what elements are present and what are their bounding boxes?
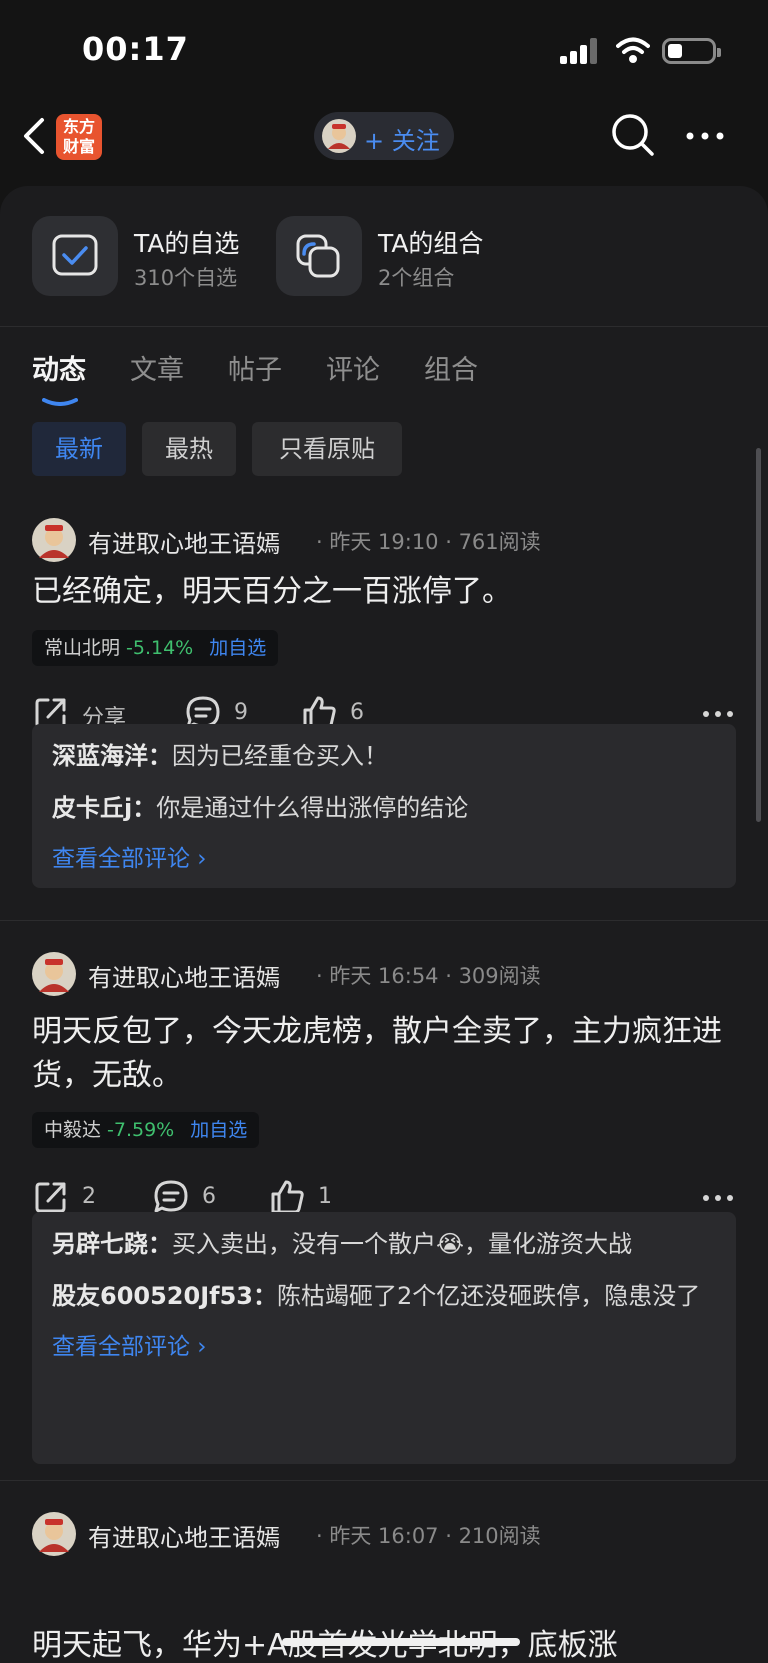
profile-panel: TA的自选 310个自选 TA的组合 2个组合 动态 文章 帖子 评论 组合 最… <box>0 186 768 1663</box>
post-content[interactable]: 已经确定，明天百分之一百涨停了。 <box>32 570 742 614</box>
comment-text: 因为已经重仓买入！ <box>172 742 388 770</box>
status-bar: 00:17 <box>0 0 768 100</box>
comment-text: 你是通过什么得出涨停的结论 <box>156 794 469 822</box>
navbar: 东方 财富 + 关注 <box>0 100 768 180</box>
post-meta: · 昨天 16:07 · 210阅读 <box>316 1524 541 1548</box>
comment-text: 陈枯竭砸了2个亿还没砸跌停，隐患没了 <box>276 1282 701 1310</box>
post-item[interactable]: 有进取心地王语嫣 · 昨天 19:10 · 761阅读 已经确定，明天百分之一百… <box>0 518 768 888</box>
add-watchlist-button[interactable]: 加自选 <box>190 1119 247 1141</box>
comment-preview[interactable]: 另辟七跷：买入卖出，没有一个散户😭，量化游资大战 股友600520Jf53：陈枯… <box>32 1212 736 1464</box>
status-time: 00:17 <box>82 30 189 68</box>
quick-link-title: TA的组合 <box>378 229 484 258</box>
comment-line: 另辟七跷：买入卖出，没有一个散户😭，量化游资大战 <box>52 1226 716 1262</box>
tab-comments[interactable]: 评论 <box>326 348 380 387</box>
quick-link-subtitle: 310个自选 <box>134 266 238 290</box>
post-item[interactable]: 有进取心地王语嫣 · 昨天 16:54 · 309阅读 明天反包了，今天龙虎榜，… <box>0 952 768 1464</box>
comment-text: 买入卖出，没有一个散户😭，量化游资大战 <box>172 1230 633 1258</box>
comment-user[interactable]: 另辟七跷： <box>52 1230 172 1258</box>
filter-hottest[interactable]: 最热 <box>142 422 236 476</box>
divider <box>0 920 768 921</box>
like-count: 6 <box>350 700 364 725</box>
comment-count: 6 <box>202 1184 216 1209</box>
scrollbar[interactable] <box>756 448 761 822</box>
comment-line: 股友600520Jf53：陈枯竭砸了2个亿还没砸跌停，隐患没了 <box>52 1278 716 1314</box>
post-meta: · 昨天 19:10 · 761阅读 <box>316 530 541 554</box>
add-watchlist-button[interactable]: 加自选 <box>209 637 266 659</box>
post-author[interactable]: 有进取心地王语嫣 <box>88 958 280 993</box>
comment-count: 9 <box>234 700 248 725</box>
comment-user[interactable]: 深蓝海洋： <box>52 742 172 770</box>
filter-latest[interactable]: 最新 <box>32 422 126 476</box>
share-count: 2 <box>82 1184 96 1209</box>
battery-icon <box>662 38 721 64</box>
comment-line: 皮卡丘j：你是通过什么得出涨停的结论 <box>52 790 716 826</box>
comment-line: 深蓝海洋：因为已经重仓买入！ <box>52 738 716 774</box>
view-all-comments-link[interactable]: 查看全部评论 › <box>52 1330 716 1364</box>
more-options-icon[interactable] <box>680 114 730 154</box>
tab-dynamics[interactable]: 动态 <box>32 348 86 387</box>
post-author[interactable]: 有进取心地王语嫣 <box>88 1518 280 1553</box>
home-indicator[interactable] <box>282 1638 520 1646</box>
comment-user[interactable]: 股友600520Jf53： <box>52 1282 277 1310</box>
user-avatar-icon <box>322 119 356 153</box>
stock-change: -5.14% <box>126 637 194 659</box>
stock-name: 常山北明 <box>44 637 121 659</box>
author-avatar-icon[interactable] <box>32 952 76 996</box>
portfolio-icon <box>276 216 362 296</box>
watchlist-icon <box>32 216 118 296</box>
comment-user[interactable]: 皮卡丘j： <box>52 794 156 822</box>
comment-icon <box>154 1180 188 1213</box>
tab-posts[interactable]: 帖子 <box>228 348 282 387</box>
follow-label: + 关注 <box>364 127 440 155</box>
post-meta: · 昨天 16:54 · 309阅读 <box>316 964 541 988</box>
quick-link-title: TA的自选 <box>134 229 240 258</box>
app-logo: 东方 财富 <box>56 114 102 160</box>
author-avatar-icon[interactable] <box>32 1512 76 1556</box>
thumbs-up-icon <box>271 1180 304 1214</box>
wifi-icon <box>616 37 650 63</box>
stock-name: 中毅达 <box>44 1119 102 1141</box>
tab-portfolios[interactable]: 组合 <box>424 348 478 387</box>
tab-articles[interactable]: 文章 <box>130 348 184 387</box>
share-icon <box>35 1182 66 1213</box>
quick-link-subtitle: 2个组合 <box>378 266 455 290</box>
stock-chip[interactable]: 常山北明 -5.14% 加自选 <box>32 630 279 666</box>
like-count: 1 <box>318 1184 332 1209</box>
quick-link-portfolio[interactable]: TA的组合 2个组合 <box>276 216 506 296</box>
quick-link-watchlist[interactable]: TA的自选 310个自选 <box>32 216 262 296</box>
search-icon[interactable] <box>608 110 658 160</box>
filter-original-only[interactable]: 只看原贴 <box>252 422 402 476</box>
active-tab-indicator <box>42 398 78 406</box>
view-all-comments-link[interactable]: 查看全部评论 › <box>52 842 716 876</box>
back-button[interactable] <box>16 114 56 158</box>
author-avatar-icon[interactable] <box>32 518 76 562</box>
post-author[interactable]: 有进取心地王语嫣 <box>88 524 280 559</box>
stock-chip[interactable]: 中毅达 -7.59% 加自选 <box>32 1112 260 1148</box>
app-logo-text: 东方 财富 <box>62 117 95 156</box>
comment-preview[interactable]: 深蓝海洋：因为已经重仓买入！ 皮卡丘j：你是通过什么得出涨停的结论 查看全部评论… <box>32 724 736 888</box>
follow-button[interactable]: + 关注 <box>314 112 454 160</box>
divider <box>0 326 768 327</box>
stock-change: -7.59% <box>107 1119 175 1141</box>
cellular-signal-icon <box>560 38 600 64</box>
divider <box>0 1480 768 1481</box>
post-content[interactable]: 明天反包了，今天龙虎榜，散户全卖了，主力疯狂进货，无敌。 <box>32 1010 742 1098</box>
